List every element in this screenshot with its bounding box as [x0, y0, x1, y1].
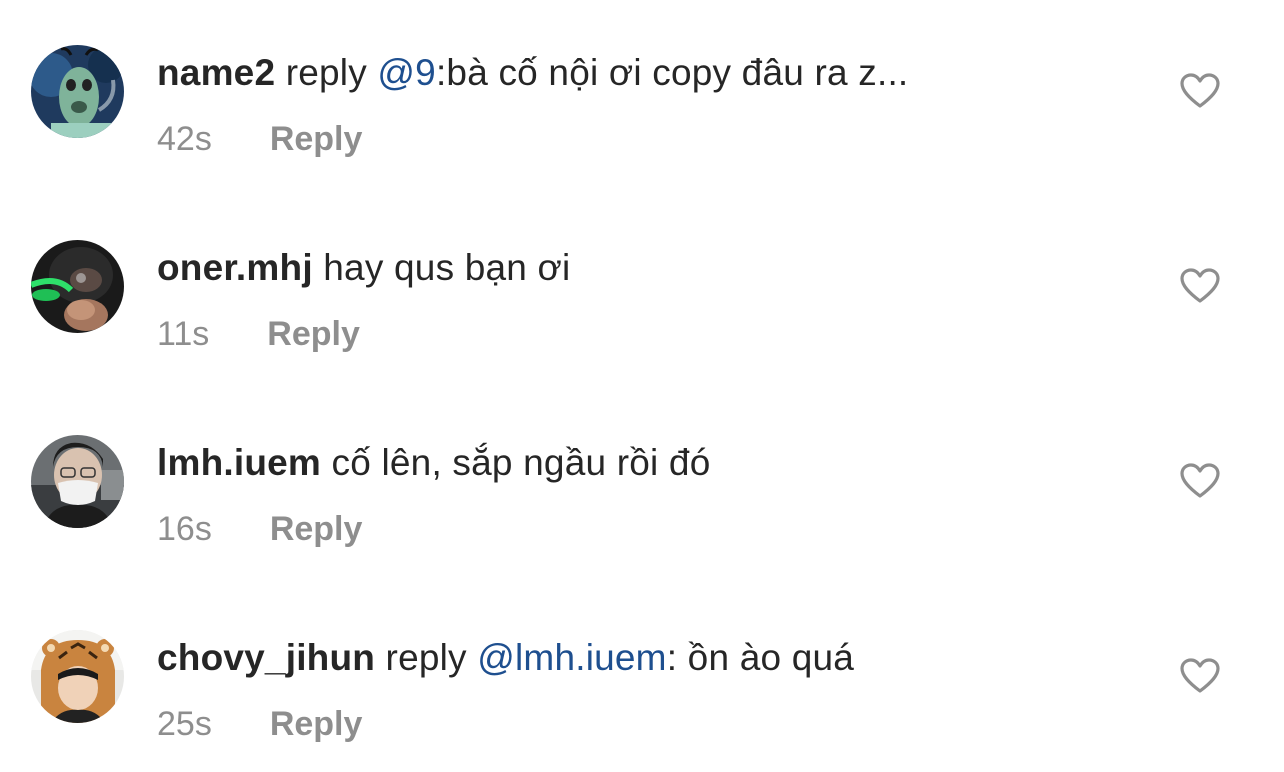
avatar[interactable]: [31, 45, 124, 138]
comment-body: hay qus bạn ơi: [312, 247, 571, 288]
avatar[interactable]: [31, 630, 124, 723]
comment-meta: 42s Reply: [157, 120, 362, 159]
reply-button[interactable]: Reply: [270, 705, 363, 744]
green-creature-avatar-icon: [31, 45, 124, 138]
reply-button[interactable]: Reply: [270, 120, 363, 159]
comment-text-line: chovy_jihun reply @lmh.iuem: ồn ào quá: [157, 637, 854, 679]
comment-meta: 25s Reply: [157, 705, 362, 744]
masked-person-avatar-icon: [31, 435, 124, 528]
comment-body: cố lên, sắp ngầu rồi đó: [321, 442, 711, 483]
comment-timestamp: 16s: [157, 510, 212, 548]
heart-outline-icon[interactable]: [1180, 268, 1220, 304]
dark-photo-avatar-icon: [31, 240, 124, 333]
avatar[interactable]: [31, 240, 124, 333]
reply-button[interactable]: Reply: [270, 510, 363, 549]
comment-item: lmh.iuem cố lên, sắp ngầu rồi đó 16s Repl…: [0, 390, 1284, 548]
comment-item: oner.mhj hay qus bạn ơi 11s Reply: [0, 195, 1284, 353]
comment-username[interactable]: lmh.iuem: [157, 442, 321, 483]
comment-username[interactable]: name2: [157, 52, 275, 93]
mention-link[interactable]: @lmh.iuem: [477, 637, 666, 678]
comment-meta: 16s Reply: [157, 510, 362, 549]
heart-outline-icon[interactable]: [1180, 73, 1220, 109]
comment-item: chovy_jihun reply @lmh.iuem: ồn ào quá 2…: [0, 585, 1284, 743]
comment-text-line: name2 reply @9:bà cố nội ơi copy đâu ra …: [157, 52, 908, 94]
comment-timestamp: 42s: [157, 120, 212, 158]
comment-item: name2 reply @9:bà cố nội ơi copy đâu ra …: [0, 0, 1284, 158]
comment-text-line: lmh.iuem cố lên, sắp ngầu rồi đó: [157, 442, 710, 484]
mention-link[interactable]: @9: [377, 52, 436, 93]
heart-outline-icon[interactable]: [1180, 658, 1220, 694]
reply-word: reply: [375, 637, 478, 678]
comment-body: : ồn ào quá: [666, 637, 855, 678]
reply-word: reply: [275, 52, 378, 93]
comment-text-line: oner.mhj hay qus bạn ơi: [157, 247, 570, 289]
comment-timestamp: 25s: [157, 705, 212, 743]
comment-username[interactable]: oner.mhj: [157, 247, 313, 288]
comment-username[interactable]: chovy_jihun: [157, 637, 375, 678]
comment-timestamp: 11s: [157, 315, 210, 353]
tiger-hood-avatar-icon: [31, 630, 124, 723]
comment-meta: 11s Reply: [157, 315, 360, 354]
comment-body: :bà cố nội ơi copy đâu ra z...: [435, 52, 909, 93]
heart-outline-icon[interactable]: [1180, 463, 1220, 499]
reply-button[interactable]: Reply: [267, 315, 360, 354]
avatar[interactable]: [31, 435, 124, 528]
